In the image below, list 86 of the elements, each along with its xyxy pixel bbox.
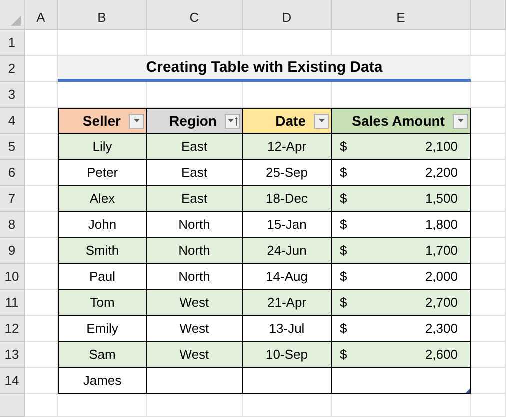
amount-value: 1,700 <box>425 243 458 258</box>
header-label: Region <box>170 113 217 129</box>
table-cell: 14-Aug <box>243 264 332 290</box>
currency-symbol: $ <box>340 191 348 206</box>
currency-symbol: $ <box>340 139 348 154</box>
row-header[interactable]: 1 <box>0 30 25 56</box>
table-cell: East <box>147 186 243 212</box>
amount-value: 1,500 <box>425 191 458 206</box>
amount-value: 2,700 <box>425 295 458 310</box>
row-header[interactable]: 6 <box>0 160 25 186</box>
row-header[interactable]: 9 <box>0 238 25 264</box>
resize-handle-icon[interactable] <box>466 389 470 393</box>
table-cell: Lily <box>58 134 147 160</box>
filter-button[interactable] <box>225 114 240 128</box>
row-header[interactable]: 13 <box>0 342 25 368</box>
table-cell: West <box>147 290 243 316</box>
table-cell: 13-Jul <box>243 316 332 342</box>
table-cell: West <box>147 342 243 368</box>
table-cell: Peter <box>58 160 147 186</box>
sheet-title: Creating Table with Existing Data <box>58 56 471 82</box>
table-cell: North <box>147 264 243 290</box>
table-cell: East <box>147 134 243 160</box>
column-header[interactable]: D <box>243 0 332 30</box>
table-cell: 25-Sep <box>243 160 332 186</box>
amount-value: 2,100 <box>425 139 458 154</box>
table-cell: 10-Sep <box>243 342 332 368</box>
amount-value: 1,800 <box>425 217 458 232</box>
currency-symbol: $ <box>340 165 348 180</box>
header-label: Date <box>276 113 306 129</box>
column-header[interactable]: A <box>25 0 58 30</box>
caret-icon <box>134 119 140 123</box>
amount-value: 2,000 <box>425 269 458 284</box>
caret-icon <box>318 119 324 123</box>
column-header[interactable] <box>471 0 506 30</box>
column-header[interactable]: E <box>332 0 471 30</box>
currency-symbol: $ <box>340 321 348 336</box>
column-header[interactable]: B <box>58 0 147 30</box>
currency-symbol: $ <box>340 295 348 310</box>
empty-cell[interactable] <box>471 30 506 56</box>
row-header[interactable]: 10 <box>0 264 25 290</box>
table-cell: West <box>147 316 243 342</box>
table-cell: Sam <box>58 342 147 368</box>
row-header[interactable]: 11 <box>0 290 25 316</box>
table-cell: 24-Jun <box>243 238 332 264</box>
row-header[interactable]: 4 <box>0 108 25 134</box>
select-all-icon[interactable] <box>11 16 21 26</box>
currency-symbol: $ <box>340 347 348 362</box>
currency-symbol: $ <box>340 217 348 232</box>
caret-icon <box>458 119 464 123</box>
table-cell: James <box>58 368 147 394</box>
amount-value: 2,300 <box>425 321 458 336</box>
table-cell: 21-Apr <box>243 290 332 316</box>
row-header[interactable]: 8 <box>0 212 25 238</box>
caret-icon <box>228 119 234 123</box>
row-header[interactable]: 3 <box>0 82 25 108</box>
amount-value: 2,600 <box>425 347 458 362</box>
row-header[interactable]: 12 <box>0 316 25 342</box>
row-header[interactable]: 5 <box>0 134 25 160</box>
sort-arrow-icon <box>234 116 238 126</box>
table-cell: North <box>147 212 243 238</box>
table-cell: 15-Jan <box>243 212 332 238</box>
table-cell: East <box>147 160 243 186</box>
table-cell: Smith <box>58 238 147 264</box>
column-header[interactable]: C <box>147 0 243 30</box>
table-cell: Tom <box>58 290 147 316</box>
table-cell: John <box>58 212 147 238</box>
empty-cell[interactable] <box>471 394 506 417</box>
header-label: Seller <box>82 113 121 129</box>
table-cell: North <box>147 238 243 264</box>
row-header[interactable]: 2 <box>0 56 25 82</box>
currency-symbol: $ <box>340 243 348 258</box>
row-header[interactable]: 7 <box>0 186 25 212</box>
header-label: Sales Amount <box>352 113 445 129</box>
table-cell: Alex <box>58 186 147 212</box>
table-cell: Paul <box>58 264 147 290</box>
filter-button[interactable] <box>453 114 468 128</box>
table-cell: 12-Apr <box>243 134 332 160</box>
filter-button[interactable] <box>129 114 144 128</box>
amount-value: 2,200 <box>425 165 458 180</box>
row-header[interactable] <box>0 394 25 417</box>
table-cell: 18-Dec <box>243 186 332 212</box>
empty-cell[interactable] <box>471 82 506 108</box>
filter-button[interactable] <box>314 114 329 128</box>
currency-symbol: $ <box>340 269 348 284</box>
row-header[interactable]: 14 <box>0 368 25 394</box>
table-cell: Emily <box>58 316 147 342</box>
